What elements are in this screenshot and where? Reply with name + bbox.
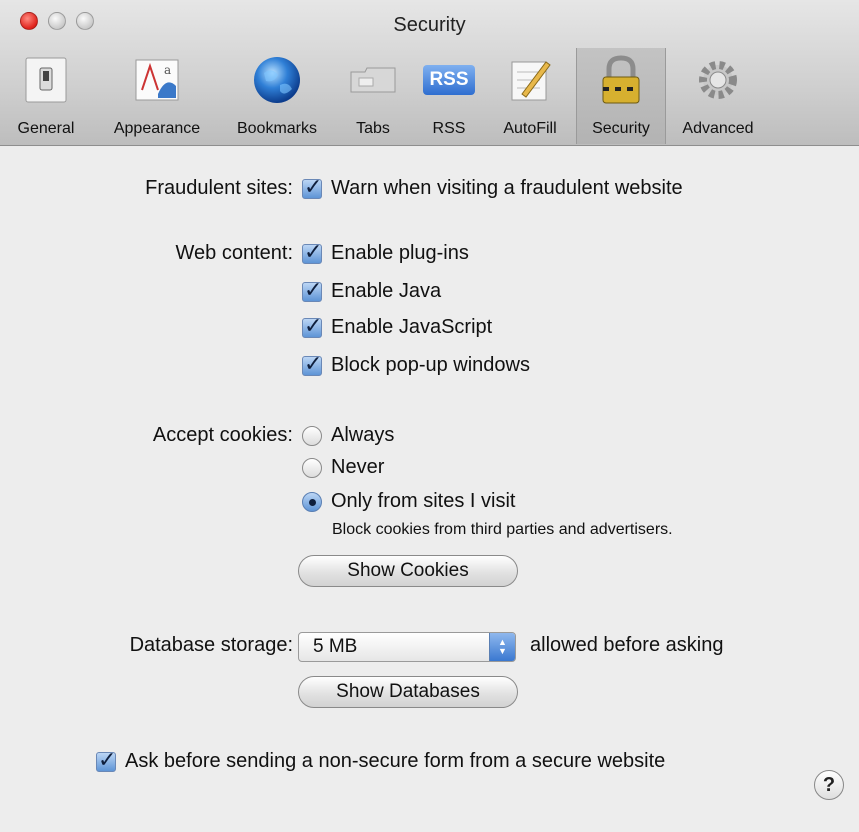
- cookies-only-visited-row[interactable]: Only from sites I visit: [302, 490, 515, 513]
- toolbar-rss[interactable]: RSS RSS: [414, 48, 484, 144]
- appearance-icon: a: [131, 54, 183, 106]
- enable-plugins-label: Enable plug-ins: [331, 242, 469, 264]
- cookies-never-label: Never: [331, 456, 385, 478]
- enable-javascript-row[interactable]: Enable JavaScript: [302, 313, 493, 339]
- gear-icon: [692, 54, 744, 106]
- rss-badge: RSS: [423, 65, 475, 95]
- toolbar-label: Advanced: [682, 120, 754, 137]
- database-storage-value: 5 MB: [313, 636, 358, 657]
- enable-javascript-checkbox[interactable]: [302, 313, 322, 339]
- toolbar-label: Tabs: [356, 120, 390, 137]
- toolbar-autofill[interactable]: AutoFill: [484, 48, 576, 144]
- database-storage-select[interactable]: 5 MB ▲ ▼: [298, 632, 516, 662]
- warn-fraudulent-checkbox-row[interactable]: Warn when visiting a fraudulent website: [302, 174, 683, 200]
- cookies-only-visited-label: Only from sites I visit: [331, 490, 516, 512]
- cookies-always-radio[interactable]: [302, 425, 322, 446]
- cookies-never-row[interactable]: Never: [302, 456, 384, 479]
- security-preferences-window: Security General a Appearance Bookmarks …: [0, 0, 859, 832]
- fraudulent-sites-label: Fraudulent sites:: [145, 177, 293, 199]
- toolbar-general[interactable]: General: [0, 48, 92, 144]
- toolbar-label: Appearance: [113, 120, 201, 137]
- enable-plugins-checkbox[interactable]: [302, 239, 322, 265]
- rss-icon: RSS: [423, 54, 475, 106]
- cookies-note: Block cookies from third parties and adv…: [332, 521, 673, 538]
- warn-fraudulent-label: Warn when visiting a fraudulent website: [331, 177, 683, 199]
- toolbar-label: Bookmarks: [236, 120, 318, 137]
- security-pane: Fraudulent sites: Warn when visiting a f…: [0, 147, 859, 832]
- enable-java-row[interactable]: Enable Java: [302, 277, 442, 303]
- general-switch-icon: [20, 54, 72, 106]
- cookies-always-label: Always: [331, 424, 395, 446]
- database-suffix-row: allowed before asking: [530, 634, 723, 657]
- database-storage-label: Database storage:: [129, 634, 293, 656]
- cookies-only-visited-radio[interactable]: [302, 491, 322, 512]
- tabs-icon: [347, 54, 399, 106]
- enable-java-checkbox[interactable]: [302, 277, 322, 303]
- show-databases-button[interactable]: Show Databases: [298, 676, 518, 708]
- nonsecure-form-label: Ask before sending a non-secure form fro…: [125, 750, 666, 772]
- toolbar-bookmarks[interactable]: Bookmarks: [222, 48, 332, 144]
- block-popups-checkbox[interactable]: [302, 351, 322, 377]
- window-title: Security: [393, 14, 466, 36]
- lock-icon: [595, 54, 647, 106]
- toolbar-security[interactable]: Security: [576, 48, 666, 144]
- toolbar-tabs[interactable]: Tabs: [332, 48, 414, 144]
- database-suffix-label: allowed before asking: [530, 634, 724, 656]
- web-content-label: Web content:: [175, 242, 293, 264]
- nonsecure-form-row[interactable]: Ask before sending a non-secure form fro…: [96, 747, 666, 773]
- enable-java-label: Enable Java: [331, 280, 442, 302]
- preferences-toolbar: General a Appearance Bookmarks Tabs RSS …: [0, 48, 770, 144]
- title-toolbar-area: Security General a Appearance Bookmarks …: [0, 0, 859, 146]
- toolbar-appearance[interactable]: a Appearance: [92, 48, 222, 144]
- toolbar-label: Security: [592, 120, 650, 137]
- accept-cookies-label: Accept cookies:: [152, 424, 293, 446]
- toolbar-label: General: [17, 120, 75, 137]
- toolbar-label: AutoFill: [503, 120, 557, 137]
- nonsecure-form-checkbox[interactable]: [96, 747, 116, 773]
- block-popups-row[interactable]: Block pop-up windows: [302, 351, 530, 377]
- svg-text:a: a: [164, 63, 171, 77]
- cookies-always-row[interactable]: Always: [302, 424, 394, 447]
- select-arrows-icon: ▲ ▼: [489, 633, 515, 661]
- toolbar-advanced[interactable]: Advanced: [666, 48, 770, 144]
- warn-fraudulent-checkbox[interactable]: [302, 174, 322, 200]
- globe-icon: [251, 54, 303, 106]
- show-cookies-button[interactable]: Show Cookies: [298, 555, 518, 587]
- enable-javascript-label: Enable JavaScript: [331, 316, 493, 338]
- cookies-never-radio[interactable]: [302, 457, 322, 478]
- block-popups-label: Block pop-up windows: [331, 354, 530, 376]
- enable-plugins-row[interactable]: Enable plug-ins: [302, 239, 469, 265]
- help-button[interactable]: ?: [814, 770, 844, 800]
- toolbar-label: RSS: [432, 120, 466, 137]
- autofill-pencil-icon: [504, 54, 556, 106]
